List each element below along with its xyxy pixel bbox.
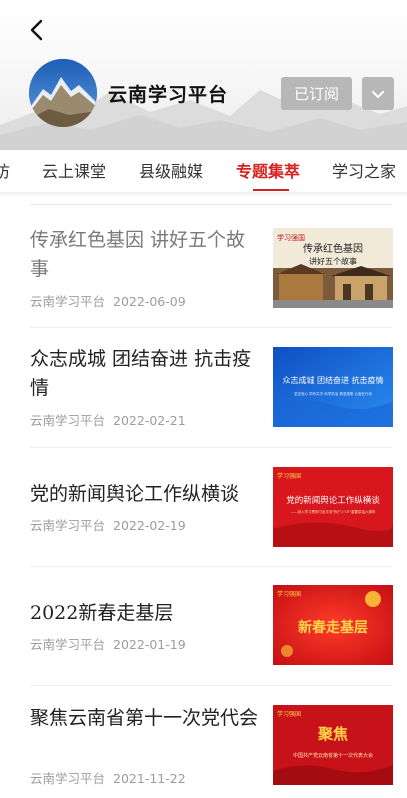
article-title[interactable]: 党的新闻舆论工作纵横谈: [30, 480, 258, 509]
tab-special-topics[interactable]: 专题集萃: [236, 158, 300, 182]
thumb-text: 众志成城 团结奋进 抗击疫情: [282, 375, 383, 385]
thumb-text: 传承红色基因: [303, 242, 363, 255]
article-meta: 云南学习平台 2022-01-19: [30, 634, 194, 653]
thumb-brand: 学习强国: [277, 710, 301, 718]
article-date: 2022-02-19: [113, 518, 186, 533]
thumb-text: 党的新闻舆论工作纵横谈: [286, 495, 380, 506]
thumb-text: 讲好五个故事: [309, 256, 357, 266]
article-source: 云南学习平台: [30, 518, 106, 533]
article-date: 2022-06-09: [113, 294, 186, 309]
article-thumbnail[interactable]: 学习强国 党的新闻舆论工作纵横谈 ——深入学习贯彻习近平总书记“2·19”重要讲…: [273, 467, 393, 547]
thumb-text: 聚焦: [317, 725, 348, 743]
divider: [30, 204, 392, 205]
subscribed-button[interactable]: 已订阅: [281, 77, 352, 110]
article-title[interactable]: 2022新春走基层: [30, 599, 258, 628]
article-meta: 云南学习平台 2021-11-22: [30, 768, 194, 787]
active-tab-indicator: [253, 189, 289, 191]
tab-partial[interactable]: 访: [0, 158, 10, 182]
article-title[interactable]: 聚焦云南省第十一次党代会: [30, 704, 258, 733]
article-title[interactable]: 传承红色基因 讲好五个故事: [30, 226, 258, 284]
article-meta: 云南学习平台 2022-02-19: [30, 515, 194, 534]
tab-county-media[interactable]: 县级融媒: [139, 158, 203, 182]
category-tabs: 访 云上课堂 县级融媒 专题集萃 学习之家: [0, 150, 407, 192]
article-thumbnail[interactable]: 学习强国 新春走基层: [273, 585, 393, 665]
snow-mountain-image: [29, 59, 97, 127]
article-source: 云南学习平台: [30, 294, 106, 309]
thumb-brand: 学习强国: [277, 590, 301, 598]
article-date: 2022-02-21: [113, 413, 186, 428]
article-meta: 云南学习平台 2022-02-21: [30, 410, 194, 429]
article-thumbnail[interactable]: 众志成城 团结奋进 抗击疫情 坚定信心 同舟共济 科学防治 精准施策 云南在行动: [273, 347, 393, 427]
avatar[interactable]: [29, 59, 97, 127]
article-meta: 云南学习平台 2022-06-09: [30, 291, 194, 310]
thumb-brand: 学习强国: [277, 233, 305, 242]
thumb-text: ——深入学习贯彻习近平总书记“2·19”重要讲话六周年: [291, 509, 376, 514]
chevron-down-icon: [372, 90, 384, 98]
article-source: 云南学习平台: [30, 413, 106, 428]
tab-study-home[interactable]: 学习之家: [332, 158, 396, 182]
platform-name: 云南学习平台: [108, 84, 229, 106]
article-source: 云南学习平台: [30, 637, 106, 652]
divider: [30, 327, 392, 328]
article-date: 2021-11-22: [113, 771, 186, 786]
chevron-left-icon: [30, 19, 43, 41]
thumb-brand: 学习强国: [277, 472, 301, 480]
more-dropdown-button[interactable]: [362, 77, 394, 110]
article-source: 云南学习平台: [30, 771, 106, 786]
back-button[interactable]: [24, 16, 52, 44]
divider: [30, 447, 392, 448]
profile-header: 云南学习平台 已订阅: [0, 0, 407, 150]
article-thumbnail[interactable]: 学习强国 聚焦 中国共产党云南省第十一次代表大会: [273, 705, 393, 785]
tabs-shadow: [0, 192, 407, 198]
thumb-text: 新春走基层: [298, 619, 368, 636]
divider: [30, 685, 392, 686]
divider: [30, 566, 392, 567]
thumb-text: 中国共产党云南省第十一次代表大会: [293, 752, 373, 759]
article-title[interactable]: 众志成城 团结奋进 抗击疫情: [30, 345, 258, 403]
tab-cloud-classroom[interactable]: 云上课堂: [42, 158, 106, 182]
thumb-text: 坚定信心 同舟共济 科学防治 精准施策 云南在行动: [294, 391, 372, 396]
article-thumbnail[interactable]: 学习强国 传承红色基因 讲好五个故事: [273, 228, 393, 308]
article-date: 2022-01-19: [113, 637, 186, 652]
